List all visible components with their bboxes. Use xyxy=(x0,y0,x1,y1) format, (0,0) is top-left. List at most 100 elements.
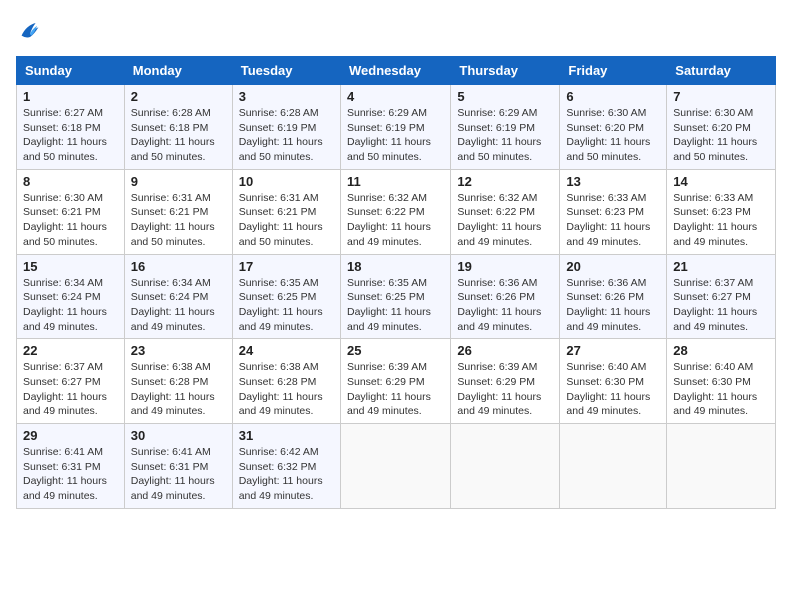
calendar-day-cell: 13 Sunrise: 6:33 AMSunset: 6:23 PMDaylig… xyxy=(560,169,667,254)
calendar-day-cell: 9 Sunrise: 6:31 AMSunset: 6:21 PMDayligh… xyxy=(124,169,232,254)
day-of-week-header: Monday xyxy=(124,57,232,85)
day-number: 4 xyxy=(347,89,444,104)
calendar-day-cell: 12 Sunrise: 6:32 AMSunset: 6:22 PMDaylig… xyxy=(451,169,560,254)
calendar-day-cell: 16 Sunrise: 6:34 AMSunset: 6:24 PMDaylig… xyxy=(124,254,232,339)
day-info: Sunrise: 6:38 AMSunset: 6:28 PMDaylight:… xyxy=(131,360,226,419)
day-number: 17 xyxy=(239,259,334,274)
day-info: Sunrise: 6:28 AMSunset: 6:18 PMDaylight:… xyxy=(131,106,226,165)
calendar-day-cell xyxy=(667,424,776,509)
day-info: Sunrise: 6:35 AMSunset: 6:25 PMDaylight:… xyxy=(347,276,444,335)
calendar-week-row: 15 Sunrise: 6:34 AMSunset: 6:24 PMDaylig… xyxy=(17,254,776,339)
calendar-day-cell: 1 Sunrise: 6:27 AMSunset: 6:18 PMDayligh… xyxy=(17,85,125,170)
day-info: Sunrise: 6:30 AMSunset: 6:21 PMDaylight:… xyxy=(23,191,118,250)
day-number: 7 xyxy=(673,89,769,104)
page-header xyxy=(16,16,776,44)
day-number: 15 xyxy=(23,259,118,274)
day-info: Sunrise: 6:32 AMSunset: 6:22 PMDaylight:… xyxy=(347,191,444,250)
day-info: Sunrise: 6:39 AMSunset: 6:29 PMDaylight:… xyxy=(457,360,553,419)
day-number: 6 xyxy=(566,89,660,104)
day-number: 25 xyxy=(347,343,444,358)
day-info: Sunrise: 6:27 AMSunset: 6:18 PMDaylight:… xyxy=(23,106,118,165)
day-number: 28 xyxy=(673,343,769,358)
day-info: Sunrise: 6:39 AMSunset: 6:29 PMDaylight:… xyxy=(347,360,444,419)
calendar-day-cell: 15 Sunrise: 6:34 AMSunset: 6:24 PMDaylig… xyxy=(17,254,125,339)
day-info: Sunrise: 6:28 AMSunset: 6:19 PMDaylight:… xyxy=(239,106,334,165)
calendar-day-cell: 20 Sunrise: 6:36 AMSunset: 6:26 PMDaylig… xyxy=(560,254,667,339)
calendar-day-cell: 30 Sunrise: 6:41 AMSunset: 6:31 PMDaylig… xyxy=(124,424,232,509)
day-number: 19 xyxy=(457,259,553,274)
calendar-week-row: 8 Sunrise: 6:30 AMSunset: 6:21 PMDayligh… xyxy=(17,169,776,254)
day-number: 8 xyxy=(23,174,118,189)
day-info: Sunrise: 6:30 AMSunset: 6:20 PMDaylight:… xyxy=(566,106,660,165)
calendar-day-cell: 25 Sunrise: 6:39 AMSunset: 6:29 PMDaylig… xyxy=(340,339,450,424)
day-info: Sunrise: 6:34 AMSunset: 6:24 PMDaylight:… xyxy=(23,276,118,335)
day-info: Sunrise: 6:37 AMSunset: 6:27 PMDaylight:… xyxy=(673,276,769,335)
calendar-day-cell: 22 Sunrise: 6:37 AMSunset: 6:27 PMDaylig… xyxy=(17,339,125,424)
logo xyxy=(16,16,48,44)
day-number: 20 xyxy=(566,259,660,274)
day-number: 2 xyxy=(131,89,226,104)
day-info: Sunrise: 6:41 AMSunset: 6:31 PMDaylight:… xyxy=(131,445,226,504)
calendar-day-cell xyxy=(340,424,450,509)
day-of-week-header: Friday xyxy=(560,57,667,85)
calendar-day-cell: 24 Sunrise: 6:38 AMSunset: 6:28 PMDaylig… xyxy=(232,339,340,424)
day-info: Sunrise: 6:42 AMSunset: 6:32 PMDaylight:… xyxy=(239,445,334,504)
day-number: 31 xyxy=(239,428,334,443)
calendar-day-cell: 29 Sunrise: 6:41 AMSunset: 6:31 PMDaylig… xyxy=(17,424,125,509)
calendar-day-cell: 21 Sunrise: 6:37 AMSunset: 6:27 PMDaylig… xyxy=(667,254,776,339)
calendar-day-cell: 27 Sunrise: 6:40 AMSunset: 6:30 PMDaylig… xyxy=(560,339,667,424)
day-number: 26 xyxy=(457,343,553,358)
calendar-day-cell: 26 Sunrise: 6:39 AMSunset: 6:29 PMDaylig… xyxy=(451,339,560,424)
day-number: 30 xyxy=(131,428,226,443)
day-number: 10 xyxy=(239,174,334,189)
logo-bird-icon xyxy=(16,16,44,44)
day-info: Sunrise: 6:41 AMSunset: 6:31 PMDaylight:… xyxy=(23,445,118,504)
day-number: 14 xyxy=(673,174,769,189)
calendar-day-cell: 14 Sunrise: 6:33 AMSunset: 6:23 PMDaylig… xyxy=(667,169,776,254)
day-info: Sunrise: 6:35 AMSunset: 6:25 PMDaylight:… xyxy=(239,276,334,335)
day-of-week-header: Saturday xyxy=(667,57,776,85)
day-number: 22 xyxy=(23,343,118,358)
day-number: 24 xyxy=(239,343,334,358)
day-of-week-header: Sunday xyxy=(17,57,125,85)
calendar-header-row: SundayMondayTuesdayWednesdayThursdayFrid… xyxy=(17,57,776,85)
calendar-week-row: 29 Sunrise: 6:41 AMSunset: 6:31 PMDaylig… xyxy=(17,424,776,509)
calendar-day-cell xyxy=(560,424,667,509)
day-info: Sunrise: 6:36 AMSunset: 6:26 PMDaylight:… xyxy=(566,276,660,335)
day-info: Sunrise: 6:40 AMSunset: 6:30 PMDaylight:… xyxy=(566,360,660,419)
calendar-week-row: 1 Sunrise: 6:27 AMSunset: 6:18 PMDayligh… xyxy=(17,85,776,170)
calendar-day-cell: 8 Sunrise: 6:30 AMSunset: 6:21 PMDayligh… xyxy=(17,169,125,254)
calendar-day-cell: 7 Sunrise: 6:30 AMSunset: 6:20 PMDayligh… xyxy=(667,85,776,170)
calendar-day-cell: 23 Sunrise: 6:38 AMSunset: 6:28 PMDaylig… xyxy=(124,339,232,424)
day-number: 1 xyxy=(23,89,118,104)
day-info: Sunrise: 6:33 AMSunset: 6:23 PMDaylight:… xyxy=(566,191,660,250)
day-info: Sunrise: 6:29 AMSunset: 6:19 PMDaylight:… xyxy=(347,106,444,165)
day-info: Sunrise: 6:40 AMSunset: 6:30 PMDaylight:… xyxy=(673,360,769,419)
calendar-table: SundayMondayTuesdayWednesdayThursdayFrid… xyxy=(16,56,776,509)
day-number: 16 xyxy=(131,259,226,274)
calendar-day-cell xyxy=(451,424,560,509)
day-number: 12 xyxy=(457,174,553,189)
day-number: 5 xyxy=(457,89,553,104)
day-info: Sunrise: 6:31 AMSunset: 6:21 PMDaylight:… xyxy=(131,191,226,250)
calendar-day-cell: 19 Sunrise: 6:36 AMSunset: 6:26 PMDaylig… xyxy=(451,254,560,339)
day-number: 23 xyxy=(131,343,226,358)
calendar-day-cell: 17 Sunrise: 6:35 AMSunset: 6:25 PMDaylig… xyxy=(232,254,340,339)
day-info: Sunrise: 6:38 AMSunset: 6:28 PMDaylight:… xyxy=(239,360,334,419)
calendar-day-cell: 11 Sunrise: 6:32 AMSunset: 6:22 PMDaylig… xyxy=(340,169,450,254)
day-number: 9 xyxy=(131,174,226,189)
day-number: 11 xyxy=(347,174,444,189)
day-info: Sunrise: 6:36 AMSunset: 6:26 PMDaylight:… xyxy=(457,276,553,335)
day-info: Sunrise: 6:29 AMSunset: 6:19 PMDaylight:… xyxy=(457,106,553,165)
calendar-week-row: 22 Sunrise: 6:37 AMSunset: 6:27 PMDaylig… xyxy=(17,339,776,424)
day-number: 18 xyxy=(347,259,444,274)
calendar-day-cell: 5 Sunrise: 6:29 AMSunset: 6:19 PMDayligh… xyxy=(451,85,560,170)
calendar-day-cell: 3 Sunrise: 6:28 AMSunset: 6:19 PMDayligh… xyxy=(232,85,340,170)
day-info: Sunrise: 6:30 AMSunset: 6:20 PMDaylight:… xyxy=(673,106,769,165)
day-of-week-header: Tuesday xyxy=(232,57,340,85)
day-number: 13 xyxy=(566,174,660,189)
day-number: 21 xyxy=(673,259,769,274)
day-info: Sunrise: 6:33 AMSunset: 6:23 PMDaylight:… xyxy=(673,191,769,250)
calendar-day-cell: 6 Sunrise: 6:30 AMSunset: 6:20 PMDayligh… xyxy=(560,85,667,170)
day-info: Sunrise: 6:37 AMSunset: 6:27 PMDaylight:… xyxy=(23,360,118,419)
